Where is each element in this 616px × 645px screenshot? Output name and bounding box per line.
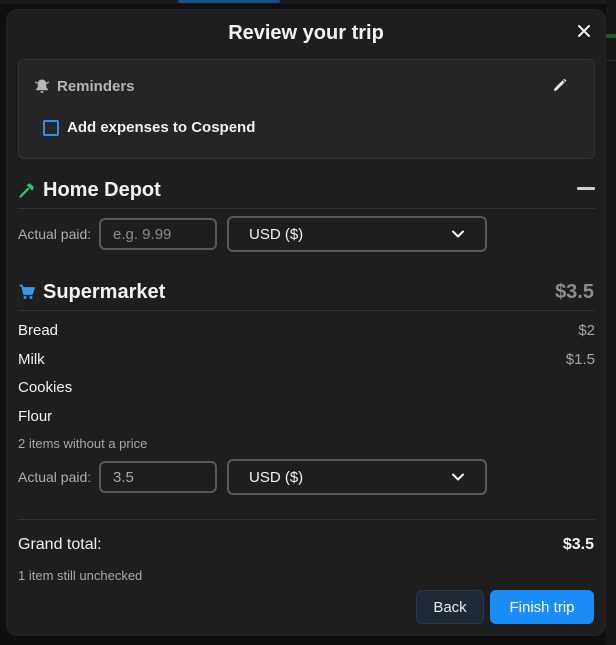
actual-paid-label: Actual paid: — [18, 226, 92, 242]
store-divider — [18, 310, 595, 311]
grand-total-value: $3.5 — [562, 536, 594, 553]
item-price: $1.5 — [565, 350, 595, 368]
add-expenses-checkbox[interactable]: Add expenses to Cospend — [43, 119, 255, 136]
list-item: Milk $1.5 — [18, 348, 595, 370]
items-without-price-note: 2 items without a price — [18, 436, 148, 451]
background-mark — [606, 34, 616, 38]
background-accent-tab — [178, 0, 280, 3]
dialog-header: Review your trip — [7, 10, 605, 55]
item-name: Bread — [18, 321, 59, 339]
currency-value: USD ($) — [249, 225, 304, 243]
currency-select[interactable]: USD ($) — [227, 459, 487, 495]
background-edge — [606, 0, 616, 645]
store-header-home-depot[interactable]: Home Depot — [18, 175, 595, 205]
store-total: $3.5 — [555, 280, 594, 303]
hammer-icon — [18, 181, 36, 199]
chevron-down-icon — [451, 470, 465, 484]
close-icon — [578, 25, 590, 37]
summary-divider — [18, 519, 595, 520]
background-divider — [606, 60, 616, 61]
currency-value: USD ($) — [249, 468, 304, 486]
list-item: Bread $2 — [18, 319, 595, 341]
edit-reminders-button[interactable] — [552, 78, 570, 96]
reminders-title: Reminders — [57, 77, 135, 95]
actual-paid-label: Actual paid: — [18, 469, 92, 485]
close-button[interactable] — [571, 18, 597, 44]
cart-icon — [18, 283, 36, 301]
list-item: Cookies — [18, 376, 595, 398]
dialog-title: Review your trip — [228, 22, 384, 44]
actual-paid-row-supermarket: Actual paid: 3.5 USD ($) — [18, 459, 487, 495]
actual-paid-input[interactable]: 3.5 — [99, 461, 217, 493]
list-item: Flour — [18, 405, 595, 427]
back-button[interactable]: Back — [416, 590, 484, 624]
actual-paid-input[interactable]: e.g. 9.99 — [99, 218, 217, 250]
item-price: $2 — [578, 321, 595, 339]
pencil-icon — [554, 78, 567, 91]
chevron-down-icon — [451, 227, 465, 241]
store-name: Supermarket — [43, 280, 166, 303]
store-divider — [18, 208, 595, 209]
minus-icon — [577, 187, 595, 190]
grand-total-label: Grand total: — [18, 536, 102, 553]
item-name: Flour — [18, 407, 53, 425]
background-app-bar — [0, 0, 616, 4]
currency-select[interactable]: USD ($) — [227, 216, 487, 252]
finish-trip-button[interactable]: Finish trip — [490, 590, 594, 624]
review-trip-dialog: Review your trip Reminders Add expenses … — [7, 10, 605, 635]
add-expenses-label: Add expenses to Cospend — [67, 119, 256, 136]
actual-paid-row-home-depot: Actual paid: e.g. 9.99 USD ($) — [18, 216, 487, 252]
store-header-supermarket[interactable]: Supermarket $3.5 — [18, 277, 595, 307]
item-name: Milk — [18, 350, 45, 368]
reminders-header: Reminders — [33, 77, 135, 95]
reminders-panel: Reminders Add expenses to Cospend — [18, 59, 595, 159]
checkbox-box[interactable] — [43, 119, 59, 136]
store-name: Home Depot — [43, 178, 161, 201]
bell-icon — [33, 77, 51, 95]
item-name: Cookies — [18, 378, 73, 396]
collapse-store-button[interactable] — [577, 187, 595, 191]
unchecked-items-note: 1 item still unchecked — [18, 568, 143, 583]
